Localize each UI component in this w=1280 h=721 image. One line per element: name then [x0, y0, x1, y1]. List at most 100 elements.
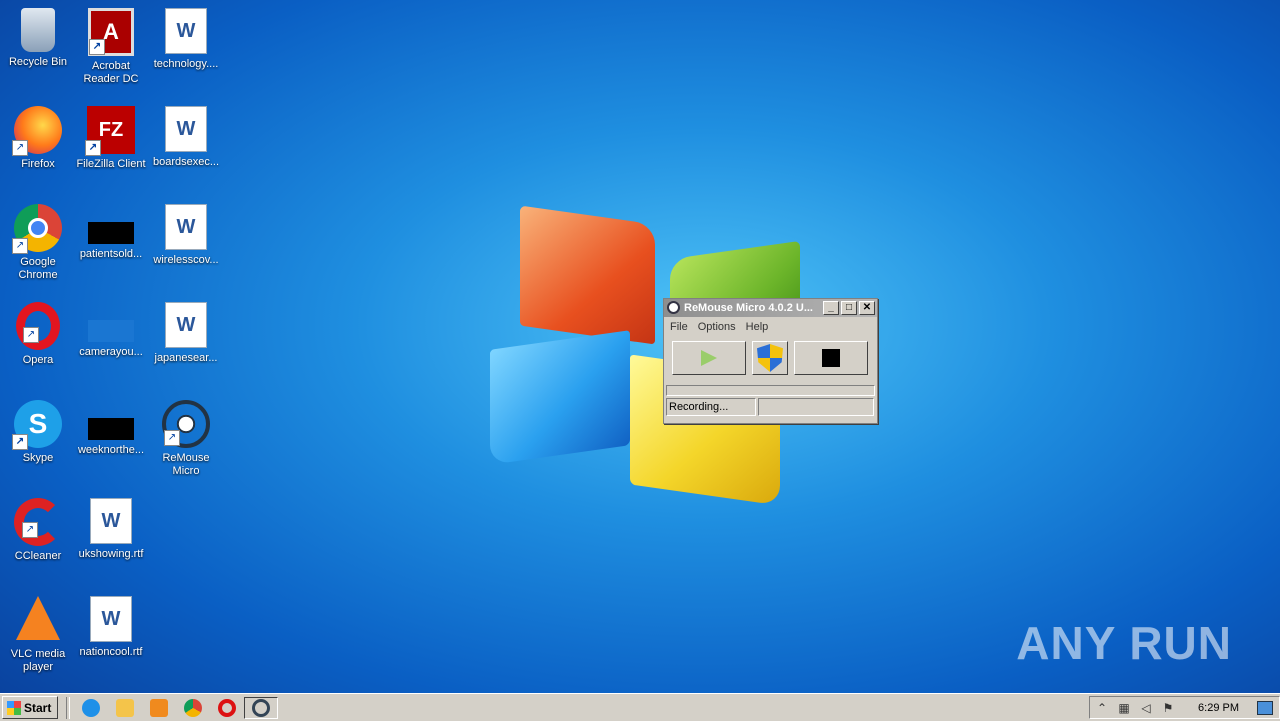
word-document-icon: W [165, 8, 207, 54]
desktop-icon-wirelesscov-doc[interactable]: W wirelesscov... [148, 204, 224, 267]
record-button[interactable] [752, 341, 788, 375]
desktop-icon-vlc[interactable]: VLC media player [0, 596, 76, 674]
remouse-taskbar-button[interactable] [244, 696, 279, 719]
desktop-icon-label: japanesear... [154, 352, 218, 364]
desktop-icon-label: ReMouse Micro [162, 452, 210, 477]
vlc-cone-icon [16, 596, 60, 640]
word-document-icon: W [165, 106, 207, 152]
word-document-icon: W [165, 204, 207, 250]
desktop-icon-ukshowing-rtf[interactable]: W ukshowing.rtf [73, 498, 149, 561]
internet-explorer-icon[interactable] [82, 698, 101, 717]
menu-bar: File Options Help [664, 317, 877, 337]
action-center-flag-icon[interactable]: ⚑ [1162, 702, 1174, 714]
desktop-icon-label: technology.... [153, 58, 219, 70]
desktop-icon-recycle-bin[interactable]: Recycle Bin [0, 8, 76, 69]
word-document-icon: W [90, 596, 132, 642]
opera-taskbar-icon[interactable] [218, 698, 237, 717]
system-tray: ⌃ ▦ ◁ ⚑ 6:29 PM [1089, 696, 1280, 719]
maximize-button[interactable]: □ [841, 301, 857, 315]
close-button[interactable]: ✕ [859, 301, 875, 315]
desktop-icon-label: Acrobat Reader DC [83, 60, 139, 85]
desktop-icon-label: patientsold... [79, 248, 143, 260]
desktop-icon-weeknorthe[interactable]: weeknorthe... [73, 400, 149, 457]
desktop-icon-japanesear-doc[interactable]: W japanesear... [148, 302, 224, 365]
skype-icon: S ↗ [12, 400, 62, 450]
status-bar: Recording... [664, 398, 877, 416]
file-thumbnail-icon [88, 222, 134, 244]
acrobat-icon: A ↗ [88, 8, 134, 56]
word-document-icon: W [165, 302, 207, 348]
network-icon[interactable]: ▦ [1118, 702, 1130, 714]
file-explorer-icon[interactable] [116, 698, 135, 717]
remouse-app-icon[interactable] [667, 301, 680, 314]
desktop-icon-technology-doc[interactable]: W technology.... [148, 8, 224, 71]
taskbar-separator [66, 696, 71, 719]
speaker-icon[interactable]: ◁ [1140, 702, 1152, 714]
desktop-icon-label: Google Chrome [18, 256, 58, 281]
desktop-icon-boardsexec-doc[interactable]: W boardsexec... [148, 106, 224, 169]
desktop-icon-label: Firefox [21, 158, 55, 170]
toolbar [664, 337, 877, 379]
minimize-button[interactable]: _ [823, 301, 839, 315]
stop-button[interactable] [794, 341, 868, 375]
menu-options[interactable]: Options [698, 317, 736, 337]
start-label: Start [24, 700, 52, 715]
desktop-icon-skype[interactable]: S ↗ Skype [0, 400, 76, 465]
logo-pane-blue [490, 330, 630, 465]
desktop-icon-filezilla[interactable]: FZ ↗ FileZilla Client [73, 106, 149, 171]
stop-icon [822, 349, 840, 367]
remouse-taskbar-icon [252, 698, 271, 717]
play-button[interactable] [672, 341, 746, 375]
remouse-window: ReMouse Micro 4.0.2 U... _ □ ✕ File Opti… [663, 298, 878, 424]
recycle-bin-icon [21, 8, 55, 52]
chrome-taskbar-icon[interactable] [184, 698, 203, 717]
desktop-icon-label: weeknorthe... [77, 444, 145, 456]
start-button[interactable]: Start [2, 696, 59, 719]
media-player-icon[interactable] [150, 698, 169, 717]
status-pane-empty [758, 398, 874, 416]
desktop-icon-label: Opera [22, 354, 54, 366]
desktop-icon-remouse[interactable]: ↗ ReMouse Micro [148, 400, 224, 478]
taskbar: Start ⌃ ▦ ◁ ⚑ 6:29 PM [0, 693, 1280, 721]
desktop-icon-label: ukshowing.rtf [78, 548, 144, 560]
logo-pane-red [520, 205, 655, 345]
file-thumbnail-icon [88, 418, 134, 440]
status-text: Recording... [666, 398, 756, 416]
window-controls: _ □ ✕ [823, 301, 875, 315]
desktop-icon-label: nationcool.rtf [79, 646, 143, 658]
desktop-icon-chrome[interactable]: ↗ Google Chrome [0, 204, 76, 282]
desktop-icon-label: Skype [22, 452, 54, 464]
desktop-icon-label: camerayou... [79, 346, 143, 358]
filezilla-icon: FZ ↗ [85, 106, 135, 156]
window-titlebar[interactable]: ReMouse Micro 4.0.2 U... _ □ ✕ [664, 299, 877, 317]
play-icon [701, 350, 717, 366]
opera-icon: ↗ [16, 302, 60, 350]
show-desktop-icon[interactable] [1257, 700, 1273, 715]
desktop-icon-label: boardsexec... [152, 156, 220, 168]
anyrun-watermark: ANY RUN [1016, 617, 1232, 669]
shield-icon [757, 344, 783, 372]
desktop-icon-patientsold[interactable]: patientsold... [73, 204, 149, 261]
desktop-icon-camerayou[interactable]: camerayou... [73, 302, 149, 359]
clock[interactable]: 6:29 PM [1198, 702, 1239, 714]
desktop-icon-opera[interactable]: ↗ Opera [0, 302, 76, 367]
windows-flag-icon [7, 700, 21, 715]
remouse-icon: ↗ [162, 400, 210, 448]
word-document-icon: W [90, 498, 132, 544]
chevron-up-icon[interactable]: ⌃ [1096, 702, 1108, 714]
desktop-icon-label: CCleaner [14, 550, 62, 562]
desktop-icon-nationcool-rtf[interactable]: W nationcool.rtf [73, 596, 149, 659]
menu-file[interactable]: File [670, 317, 688, 337]
desktop-icon-label: VLC media player [10, 648, 66, 673]
desktop-icon-firefox[interactable]: ↗ Firefox [0, 106, 76, 171]
desktop-icon-label: Recycle Bin [8, 56, 68, 68]
window-title: ReMouse Micro 4.0.2 U... [684, 302, 813, 314]
desktop-icon-ccleaner[interactable]: ↗ CCleaner [0, 498, 76, 563]
desktop-icon-label: FileZilla Client [76, 158, 146, 170]
menu-help[interactable]: Help [746, 317, 769, 337]
file-thumbnail-icon [88, 320, 134, 342]
desktop-icon-label: wirelesscov... [153, 254, 219, 266]
ccleaner-icon: ↗ [14, 498, 62, 546]
progress-bar [666, 385, 875, 396]
desktop-icon-acrobat[interactable]: A ↗ Acrobat Reader DC [73, 8, 149, 86]
